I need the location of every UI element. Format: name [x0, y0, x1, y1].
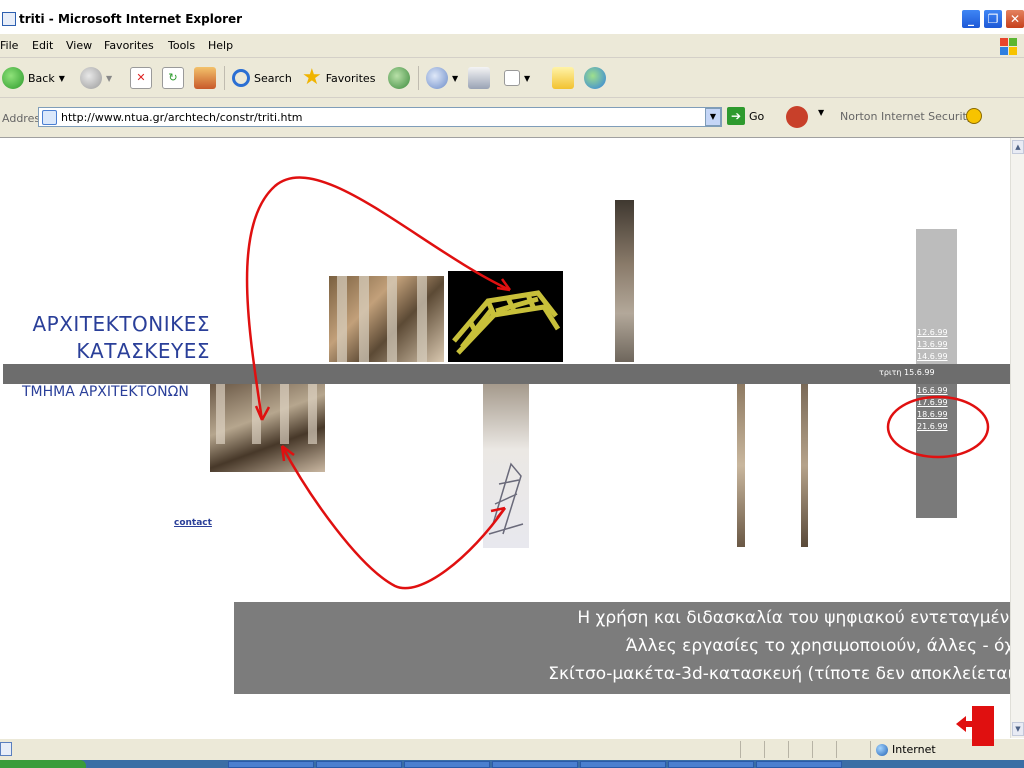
- address-url: http://www.ntua.gr/archtech/constr/triti…: [61, 111, 303, 124]
- taskbar-item[interactable]: [756, 761, 842, 768]
- scroll-up-icon[interactable]: ▲: [1012, 140, 1024, 154]
- address-input[interactable]: http://www.ntua.gr/archtech/constr/triti…: [38, 107, 722, 127]
- home-button[interactable]: [194, 66, 216, 90]
- standard-toolbar: Back ▼ ▼ ✕ ↻ Search ★ Favorites ▼ ▼: [0, 58, 1024, 98]
- address-bar: Address http://www.ntua.gr/archtech/cons…: [0, 98, 1024, 138]
- search-icon: [232, 69, 250, 87]
- forward-dropdown-icon: ▼: [106, 73, 113, 83]
- taskbar-item[interactable]: [228, 761, 314, 768]
- forward-button[interactable]: ▼: [80, 66, 112, 90]
- start-button[interactable]: [0, 760, 86, 768]
- annotation-circle: [886, 395, 990, 459]
- stop-button[interactable]: ✕: [130, 66, 152, 90]
- close-button[interactable]: ✕: [1005, 9, 1024, 29]
- search-button[interactable]: Search: [232, 66, 292, 90]
- favorites-button[interactable]: ★ Favorites: [302, 66, 375, 90]
- status-bar: Internet: [0, 738, 1024, 760]
- ie-page-icon: [2, 12, 16, 26]
- edit-icon: [504, 70, 520, 86]
- toolbar-separator: [224, 66, 225, 90]
- zone-label: Internet: [892, 743, 936, 756]
- search-label: Search: [254, 71, 292, 85]
- back-label: Back: [28, 71, 55, 85]
- go-label: Go: [749, 109, 765, 123]
- menu-view[interactable]: View: [66, 39, 92, 52]
- back-dropdown-icon: ▼: [58, 73, 65, 83]
- taskbar-item[interactable]: [404, 761, 490, 768]
- annotation-curve-arrow: [280, 445, 507, 590]
- vertical-scrollbar[interactable]: ▲ ▼: [1010, 138, 1024, 738]
- norton-dropdown-icon[interactable]: ▼: [818, 108, 824, 117]
- address-dropdown-icon[interactable]: ▼: [705, 108, 721, 126]
- print-icon: [468, 67, 490, 89]
- menu-help[interactable]: Help: [208, 39, 233, 52]
- taskbar-item[interactable]: [316, 761, 402, 768]
- stop-icon: ✕: [130, 67, 152, 89]
- norton-icon[interactable]: [786, 106, 808, 128]
- norton-badge-icon[interactable]: [966, 108, 982, 124]
- browser-window: triti - Microsoft Internet Explorer _ ❐ …: [0, 0, 1024, 768]
- messenger-icon: [584, 67, 606, 89]
- exit-door-icon[interactable]: [954, 704, 996, 748]
- favorites-star-icon: ★: [302, 65, 322, 90]
- window-title: triti - Microsoft Internet Explorer: [19, 12, 243, 26]
- mail-icon: [426, 67, 448, 89]
- caption-box: Η χρήση και διδασκαλία του ψηφιακού εντε…: [234, 602, 1010, 694]
- title-bar: triti - Microsoft Internet Explorer _ ❐ …: [0, 0, 1024, 34]
- norton-label: Norton Internet Security: [840, 110, 974, 123]
- caption-line-1: Η χρήση και διδασκαλία του ψηφιακού εντε…: [577, 608, 1010, 628]
- favorites-label: Favorites: [325, 71, 376, 85]
- refresh-button[interactable]: ↻: [162, 66, 184, 90]
- globe-icon: [876, 743, 888, 756]
- history-icon: [388, 67, 410, 89]
- annotation-loop-arrow: [245, 176, 511, 421]
- toolbar-separator: [418, 66, 419, 90]
- go-button[interactable]: ➔ Go: [727, 107, 764, 125]
- taskbar-item[interactable]: [668, 761, 754, 768]
- windows-logo-icon: [998, 36, 1018, 56]
- page-icon: [42, 110, 57, 125]
- home-icon: [194, 67, 216, 89]
- menu-favorites[interactable]: Favorites: [104, 39, 154, 52]
- menu-tools[interactable]: Tools: [168, 39, 195, 52]
- menu-edit[interactable]: Edit: [32, 39, 53, 52]
- folder-button[interactable]: [552, 66, 574, 90]
- minimize-button[interactable]: _: [961, 9, 981, 29]
- maximize-button[interactable]: ❐: [983, 9, 1003, 29]
- mail-button[interactable]: ▼: [426, 66, 458, 90]
- menu-bar: File Edit View Favorites Tools Help: [0, 34, 1024, 58]
- status-page-icon: [0, 742, 12, 756]
- taskbar: [0, 760, 1024, 768]
- history-button[interactable]: [388, 66, 410, 90]
- back-button[interactable]: Back ▼: [2, 66, 65, 90]
- mail-dropdown-icon: ▼: [452, 73, 459, 83]
- edit-button[interactable]: ▼: [504, 66, 530, 90]
- page-content: ΑΡΧΙΤΕΚΤΟΝΙΚΕΣ ΚΑΤΑΣΚΕΥΕΣ τριτη 15.6.99 …: [0, 138, 1010, 738]
- edit-dropdown-icon: ▼: [524, 73, 531, 83]
- menu-file[interactable]: File: [0, 39, 18, 52]
- print-button[interactable]: [468, 66, 490, 90]
- taskbar-item[interactable]: [492, 761, 578, 768]
- caption-line-3: Σκίτσο-μακέτα-3d-κατασκευή (τίποτε δεν α…: [548, 664, 1010, 684]
- folder-icon: [552, 67, 574, 89]
- messenger-button[interactable]: [584, 66, 606, 90]
- refresh-icon: ↻: [162, 67, 184, 89]
- forward-arrow-icon: [80, 67, 102, 89]
- go-arrow-icon: ➔: [727, 107, 745, 125]
- caption-line-2: Άλλες εργασίες το χρησιμοποιούν, άλλες -…: [625, 636, 1010, 656]
- security-zone: Internet: [876, 743, 936, 756]
- back-arrow-icon: [2, 67, 24, 89]
- scroll-down-icon[interactable]: ▼: [1012, 722, 1024, 736]
- taskbar-item[interactable]: [580, 761, 666, 768]
